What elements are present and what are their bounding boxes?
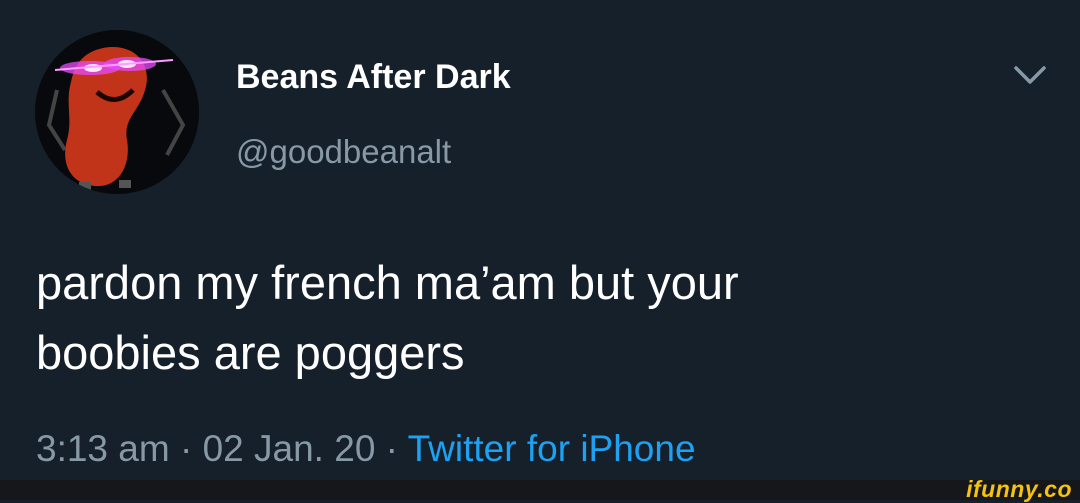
- avatar[interactable]: [35, 30, 199, 194]
- tweet-time[interactable]: 3:13 am: [36, 428, 170, 469]
- tweet-card: Beans After Dark @goodbeanalt pardon my …: [0, 0, 1080, 480]
- tweet-text-line: pardon my french ma’am but your: [36, 256, 739, 309]
- chevron-down-icon[interactable]: [1012, 62, 1048, 88]
- tweet-date[interactable]: 02 Jan. 20: [203, 428, 376, 469]
- watermark-bar: [0, 480, 1080, 500]
- user-handle[interactable]: @goodbeanalt: [236, 133, 451, 171]
- display-name[interactable]: Beans After Dark: [236, 58, 511, 97]
- separator-dot: ·: [169, 428, 203, 469]
- ifunny-watermark: ifunny.co: [966, 476, 1072, 502]
- tweet-text: pardon my french ma’am but your boobies …: [36, 248, 1046, 388]
- tweet-text-line: boobies are poggers: [36, 326, 465, 379]
- tweet-source-link[interactable]: Twitter for iPhone: [408, 428, 696, 469]
- bean-character-icon: [35, 30, 199, 194]
- tweet-metadata: 3:13 am · 02 Jan. 20 · Twitter for iPhon…: [36, 428, 696, 470]
- separator-dot: ·: [375, 428, 408, 469]
